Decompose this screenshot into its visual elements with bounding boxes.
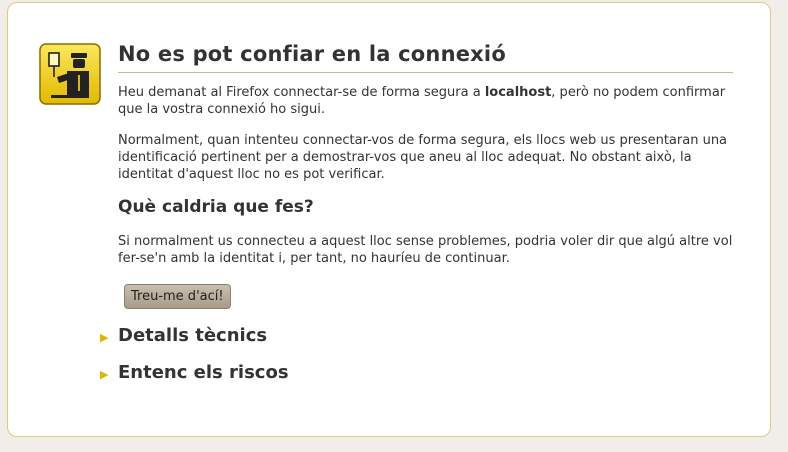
understand-risks-expander[interactable]: ▶ Entenc els riscos [100,362,289,383]
what-should-i-do-text: Si normalment us connecteu a aquest lloc… [118,234,733,266]
triangle-right-icon: ▶ [100,331,109,344]
what-should-i-do-heading: Què caldria que fes? [118,197,314,217]
understand-risks-label: Entenc els riscos [118,362,289,383]
get-me-out-button[interactable]: Treu-me d'ací! [124,284,231,309]
host-name: localhost [484,85,552,100]
triangle-right-icon: ▶ [100,368,109,381]
security-officer-icon [39,43,101,105]
error-title: No es pot confiar en la connexió [118,42,733,73]
explanation-text: Normalment, quan intenteu connectar-vos … [118,133,728,182]
technical-details-label: Detalls tècnics [118,325,268,346]
technical-details-expander[interactable]: ▶ Detalls tècnics [100,325,267,346]
intro-text: Heu demanat al Firefox connectar-se de f… [118,85,726,117]
error-content: No es pot confiar en la connexió Heu dem… [118,42,733,309]
